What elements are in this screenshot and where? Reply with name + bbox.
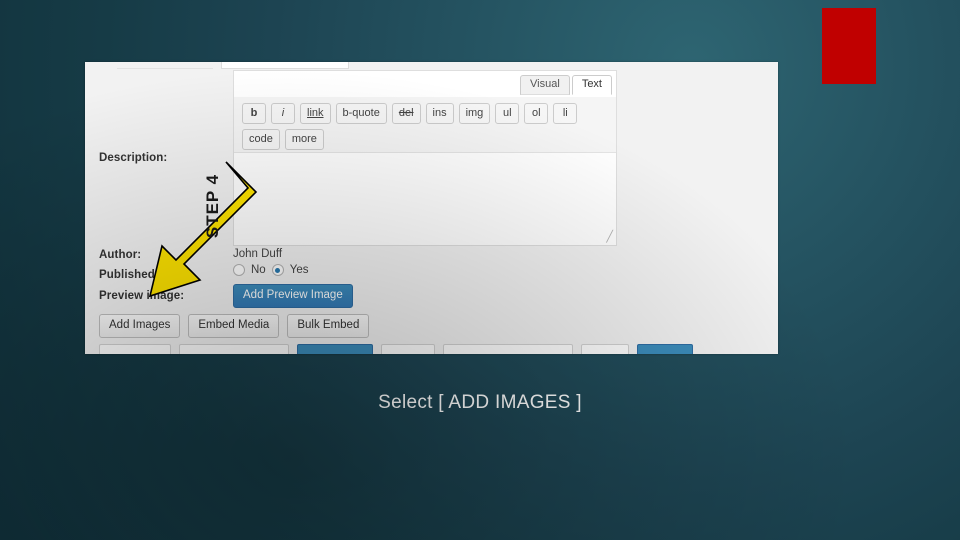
toolbar-row-primary: b i link b-quote del ins img ul ol li co… (242, 103, 608, 150)
toolbar-more-button[interactable]: more (284, 129, 324, 150)
toolbar-bold-button[interactable]: b (242, 103, 266, 124)
toolbar-img-button[interactable]: img (458, 103, 491, 124)
step-badge-label: STEP 4 (203, 173, 223, 239)
cutoff-box-3 (381, 344, 435, 354)
cutoff-field (221, 62, 349, 69)
toolbar-del-button[interactable]: del (391, 103, 421, 124)
cutoff-label (117, 62, 213, 69)
tab-visual[interactable]: Visual (520, 75, 570, 95)
step-arrow-icon (148, 161, 258, 298)
media-button-row: Add Images Embed Media Bulk Embed (99, 314, 370, 338)
resize-handle-icon[interactable]: ╱ (606, 230, 613, 243)
editor-textarea[interactable] (234, 155, 616, 245)
cutoff-box-1 (99, 344, 171, 354)
editor-tab-group: Visual Text (520, 75, 612, 95)
cutoff-box-2 (179, 344, 289, 354)
red-accent-bar (822, 8, 876, 84)
cutoff-top-row (117, 62, 407, 70)
tab-text[interactable]: Text (571, 75, 612, 95)
rich-text-editor[interactable]: Visual Text b i link b-quote del ins img… (233, 70, 617, 246)
slide-caption: Select [ ADD IMAGES ] (378, 392, 582, 413)
toolbar-ul-button[interactable]: ul (495, 103, 520, 124)
add-images-button[interactable]: Add Images (99, 314, 181, 338)
toolbar-link-button[interactable]: link (300, 103, 331, 124)
cutoff-box-4 (443, 344, 573, 354)
radio-label-yes: Yes (289, 264, 309, 276)
radio-published-yes[interactable] (271, 264, 284, 276)
cutoff-bottom-row (99, 344, 759, 354)
toolbar-ins-button[interactable]: ins (425, 103, 454, 124)
slide-canvas: Visual Text b i link b-quote del ins img… (0, 0, 960, 540)
cutoff-blue-button (297, 344, 373, 354)
toolbar-italic-button[interactable]: i (271, 103, 295, 124)
embed-media-button[interactable]: Embed Media (188, 314, 280, 338)
bulk-embed-button[interactable]: Bulk Embed (287, 314, 370, 338)
toolbar-ol-button[interactable]: ol (524, 103, 549, 124)
toolbar-code-button[interactable]: code (242, 129, 280, 150)
toolbar-blockquote-button[interactable]: b-quote (335, 103, 387, 124)
cutoff-blue-button-2 (637, 344, 693, 354)
toolbar-li-button[interactable]: li (553, 103, 578, 124)
cutoff-box-5 (581, 344, 629, 354)
editor-toolbar: b i link b-quote del ins img ul ol li co… (234, 97, 616, 176)
step-arrow (130, 160, 270, 310)
